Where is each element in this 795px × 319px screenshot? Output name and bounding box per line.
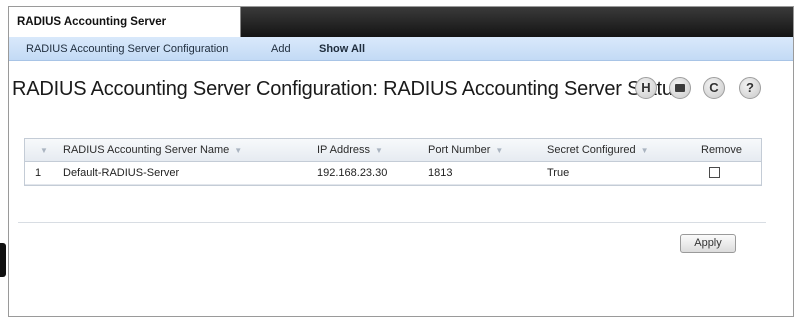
row-secret-configured: True [547,167,570,179]
subnav-item-add[interactable]: Add [271,37,291,61]
table-row[interactable]: 1 Default-RADIUS-Server 192.168.23.30 18… [25,162,761,185]
page-title: RADIUS Accounting Server Configuration: … [12,78,683,100]
sub-navigation: RADIUS Accounting Server Configuration A… [9,37,793,61]
tab-radius-accounting-config[interactable]: RADIUS Accounting Server Configuration [9,7,241,58]
remove-checkbox[interactable] [709,167,720,178]
divider [18,222,766,223]
row-server-name: Default-RADIUS-Server [63,167,180,179]
col-index-header[interactable]: ▼ [35,139,48,162]
help-topic-icon[interactable]: H [635,77,657,99]
col-port-header[interactable]: Port Number ▼ [428,139,503,162]
table-header: ▼ RADIUS Accounting Server Name ▼ IP Addr… [25,139,761,162]
sort-icon: ▼ [40,146,48,155]
col-remove-header: Remove [701,144,742,156]
subnav-item-show-all[interactable]: Show All [319,37,365,61]
col-name-header[interactable]: RADIUS Accounting Server Name ▼ [63,139,242,162]
help-icon[interactable]: ? [739,77,761,99]
row-ip-address: 192.168.23.30 [317,167,388,179]
print-icon[interactable] [669,77,691,99]
col-ip-header[interactable]: IP Address ▼ [317,139,383,162]
sort-icon: ▼ [640,146,649,155]
subnav-item-config[interactable]: RADIUS Accounting Server Configuration [26,37,228,61]
status-table: ▼ RADIUS Accounting Server Name ▼ IP Addr… [24,138,762,186]
tab-bar: RADIUS Accounting Server Configuration [9,7,793,58]
apply-button[interactable]: Apply [680,234,736,253]
sort-icon: ▼ [375,146,383,155]
print-glyph [675,84,685,92]
side-panel-handle[interactable] [0,243,6,277]
row-port-number: 1813 [428,167,453,179]
col-secret-header[interactable]: Secret Configured ▼ [547,139,649,162]
sort-icon: ▼ [495,146,504,155]
row-index: 1 [35,167,42,179]
refresh-icon[interactable]: C [703,77,725,99]
sort-icon: ▼ [234,146,243,155]
